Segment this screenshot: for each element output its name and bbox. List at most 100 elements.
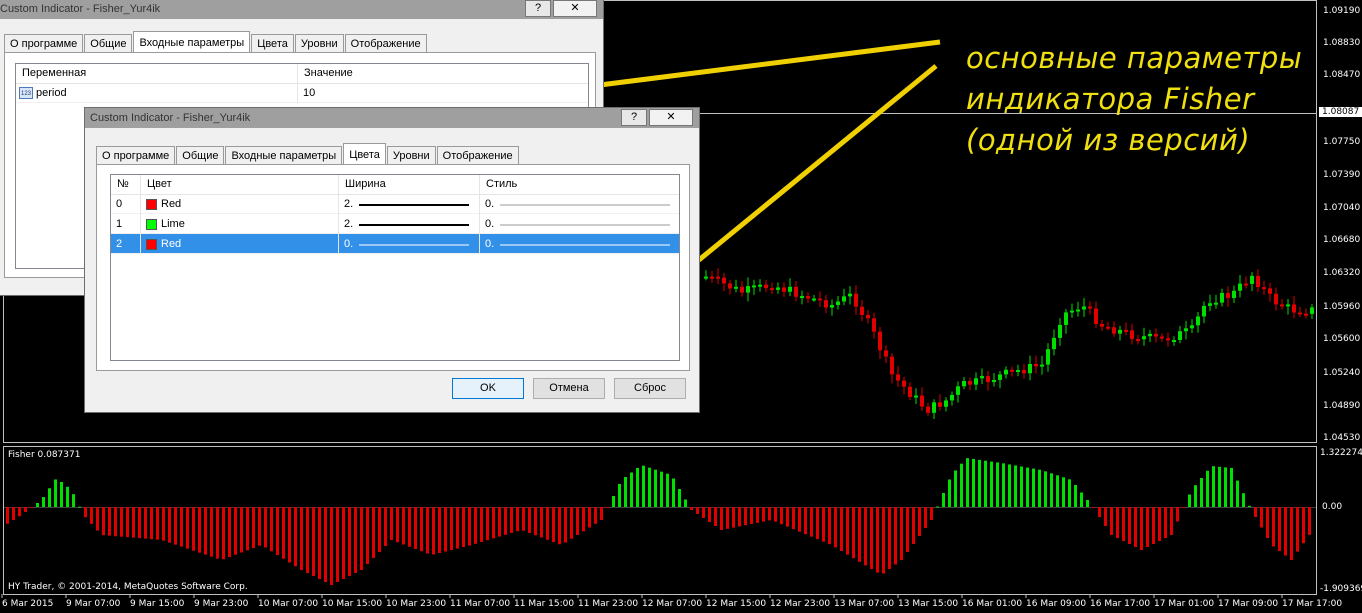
candle-body — [908, 386, 912, 397]
integer-type-icon: 123 — [19, 87, 33, 100]
price-tick-label: 1.06320 — [1323, 268, 1361, 278]
histogram-bar — [846, 507, 849, 555]
candle-body — [1124, 329, 1128, 332]
time-tick-label: 12 Mar 23:00 — [770, 599, 831, 609]
color-cell[interactable]: Lime — [141, 214, 339, 234]
tab-inputs[interactable]: Входные параметры — [133, 31, 251, 52]
histogram-bar — [666, 473, 669, 507]
tab-common[interactable]: Общие — [84, 34, 133, 52]
histogram-bar — [600, 507, 603, 520]
histogram-bar — [144, 507, 147, 539]
histogram-bar — [186, 507, 189, 549]
col-width[interactable]: Ширина — [339, 175, 480, 194]
table-row[interactable]: 0 Red 2. 0. — [111, 194, 679, 214]
histogram-bar — [480, 507, 483, 542]
col-number[interactable]: № — [111, 175, 141, 194]
dialog-inputs-titlebar[interactable]: Custom Indicator - Fisher_Yur4ik — [0, 0, 603, 19]
histogram-bar — [396, 507, 399, 543]
tab-visualization[interactable]: Отображение — [344, 34, 427, 52]
histogram-bar — [1296, 507, 1299, 552]
annotation-line-3: (одной из версий) — [966, 123, 1251, 157]
width-cell[interactable]: 0. — [339, 234, 480, 254]
col-color[interactable]: Цвет — [141, 175, 339, 194]
histogram-bar — [402, 507, 405, 545]
time-tick-label: 10 Mar 23:00 — [386, 599, 447, 609]
histogram-bar — [564, 507, 567, 543]
histogram-bar — [930, 507, 933, 520]
tab-visualization[interactable]: Отображение — [436, 146, 519, 164]
dialog-inputs-title: Custom Indicator - Fisher_Yur4ik — [0, 3, 161, 15]
style-cell[interactable]: 0. — [480, 234, 679, 254]
tab-levels[interactable]: Уровни — [294, 34, 344, 52]
ok-button[interactable]: OK — [452, 378, 524, 399]
cancel-button[interactable]: Отмена — [533, 378, 605, 399]
reset-button[interactable]: Сброс — [614, 378, 686, 399]
histogram-bar — [1254, 507, 1257, 517]
tab-about[interactable]: О программе — [4, 34, 84, 52]
histogram-bar — [750, 507, 753, 524]
table-row[interactable]: 1 Lime 2. 0. — [111, 214, 679, 234]
candle-body — [1166, 338, 1170, 341]
histogram-bar — [36, 503, 39, 507]
param-value[interactable]: 10 — [298, 83, 588, 103]
histogram-bar — [132, 507, 135, 538]
histogram-bar — [648, 467, 651, 507]
histogram-bar — [1068, 479, 1071, 507]
col-value[interactable]: Значение — [298, 64, 588, 83]
candle-body — [1112, 327, 1116, 334]
tab-common[interactable]: Общие — [176, 146, 225, 164]
candle-body — [1016, 369, 1020, 372]
param-name-cell: 123 period — [16, 83, 298, 103]
tab-colors[interactable]: Цвета — [251, 34, 294, 52]
histogram-bar — [1290, 507, 1293, 560]
histogram-bar — [504, 507, 507, 535]
color-cell[interactable]: Red — [141, 234, 339, 254]
histogram-bar — [270, 507, 273, 552]
close-button[interactable]: ✕ — [553, 0, 597, 17]
annotation-line-2: индикатора Fisher — [966, 82, 1255, 116]
close-button[interactable]: ✕ — [649, 109, 693, 126]
candle-body — [782, 287, 786, 292]
dialog-colors-titlebar[interactable]: Custom Indicator - Fisher_Yur4ik — [85, 108, 699, 128]
color-cell[interactable]: Red — [141, 194, 339, 214]
tab-levels[interactable]: Уровни — [386, 146, 436, 164]
width-cell[interactable]: 2. — [339, 214, 480, 234]
histogram-bar — [912, 507, 915, 544]
candle-body — [1190, 325, 1194, 329]
histogram-bar — [1176, 507, 1179, 522]
width-cell[interactable]: 2. — [339, 194, 480, 214]
histogram-bar — [1164, 507, 1167, 538]
candle-body — [902, 380, 906, 387]
histogram-bar — [162, 507, 165, 541]
candle-body — [1262, 287, 1266, 290]
candle-body — [992, 379, 996, 383]
histogram-bar — [672, 478, 675, 507]
style-cell[interactable]: 0. — [480, 194, 679, 214]
style-value: 0. — [485, 238, 495, 250]
histogram-bar — [1182, 507, 1185, 508]
histogram-bar — [486, 507, 489, 541]
tab-colors[interactable]: Цвета — [343, 143, 386, 164]
candle-body — [1088, 306, 1092, 309]
col-style[interactable]: Стиль — [480, 175, 679, 194]
tab-inputs[interactable]: Входные параметры — [225, 146, 343, 164]
candle-body — [1232, 290, 1236, 299]
histogram-bar — [1134, 507, 1137, 547]
candle-body — [788, 286, 792, 292]
tab-about[interactable]: О программе — [96, 146, 176, 164]
help-button[interactable]: ? — [621, 109, 647, 126]
histogram-bar — [12, 507, 15, 520]
candle-body — [1028, 364, 1032, 374]
histogram-bar — [66, 486, 69, 507]
candle-body — [866, 314, 870, 319]
help-button[interactable]: ? — [525, 0, 551, 17]
histogram-bar — [102, 507, 105, 536]
candle-body — [1310, 307, 1314, 314]
table-row[interactable]: 2 Red 0. 0. — [111, 234, 679, 254]
histogram-bar — [516, 507, 519, 532]
col-variable[interactable]: Переменная — [16, 64, 298, 83]
table-row[interactable]: 123 period 10 — [16, 83, 588, 103]
style-cell[interactable]: 0. — [480, 214, 679, 234]
time-tick-label: 9 Mar 23:00 — [194, 599, 249, 609]
histogram-bar — [966, 458, 969, 507]
